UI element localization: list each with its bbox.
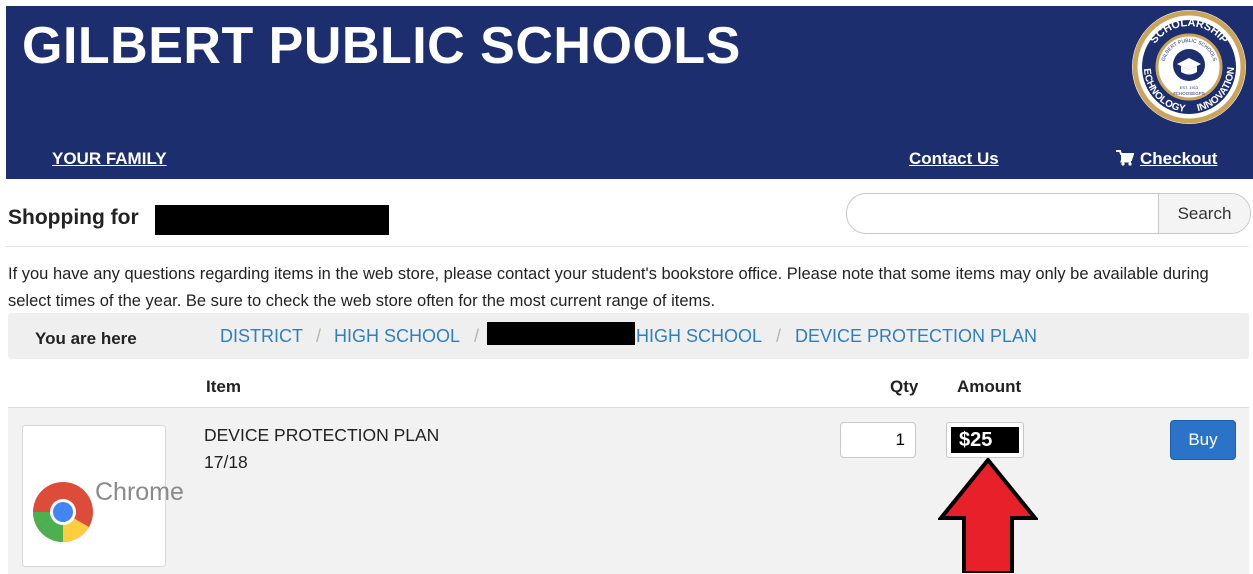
breadcrumb-high-school[interactable]: HIGH SCHOOL xyxy=(334,326,460,347)
breadcrumb-separator: / xyxy=(474,326,480,346)
breadcrumb-label: You are here xyxy=(35,329,137,348)
quantity-input[interactable] xyxy=(840,422,916,458)
item-term: 17/18 xyxy=(204,452,248,472)
red-arrow-up-icon xyxy=(938,458,1038,573)
divider xyxy=(6,246,1249,247)
amount-value: $25 xyxy=(951,427,1019,453)
column-header-item: Item xyxy=(206,377,241,396)
seal-tag-text: #CHOOSEGPS xyxy=(1173,91,1205,96)
amount-field: $25 xyxy=(946,422,1024,458)
search-button[interactable]: Search xyxy=(1158,194,1250,233)
nav-your-family[interactable]: YOUR FAMILY xyxy=(52,149,167,169)
chrome-wordmark: Chrome xyxy=(95,478,184,506)
site-title: GILBERT PUBLIC SCHOOLS xyxy=(22,17,741,75)
search-input[interactable] xyxy=(847,194,1189,233)
school-seal-logo: SCHOLARSHIP TECHNOLOGY INNOVATION GILBER… xyxy=(1130,8,1246,124)
column-header-amount: Amount xyxy=(957,377,1022,396)
breadcrumb: You are here DISTRICT / HIGH SCHOOL / HI… xyxy=(8,313,1249,359)
breadcrumb-separator: / xyxy=(316,326,322,346)
redacted-student-name xyxy=(155,205,389,235)
site-header: GILBERT PUBLIC SCHOOLS SCHOLARSHIP TECHN… xyxy=(6,6,1253,179)
table-row: Chrome DEVICE PROTECTION PLAN 17/18 $25 … xyxy=(8,407,1249,574)
search-bar: Search xyxy=(846,193,1251,234)
nav-checkout[interactable]: Checkout xyxy=(1140,149,1217,169)
breadcrumb-separator: / xyxy=(776,326,782,346)
nav-contact-us[interactable]: Contact Us xyxy=(909,149,999,169)
breadcrumb-school[interactable]: HIGH SCHOOL xyxy=(636,326,762,347)
shopping-for-heading: Shopping for xyxy=(8,206,139,229)
cart-icon xyxy=(1116,150,1134,166)
column-header-qty: Qty xyxy=(890,377,919,396)
breadcrumb-district[interactable]: DISTRICT xyxy=(220,326,303,347)
breadcrumb-device-protection-plan[interactable]: DEVICE PROTECTION PLAN xyxy=(795,326,1037,347)
product-thumbnail: Chrome xyxy=(22,425,184,567)
seal-est-text: EST. 1913 xyxy=(1180,85,1199,90)
item-name[interactable]: DEVICE PROTECTION PLAN xyxy=(204,425,439,446)
store-notice: If you have any questions regarding item… xyxy=(8,265,1209,310)
buy-button[interactable]: Buy xyxy=(1170,420,1236,460)
redacted-school-name xyxy=(487,322,635,345)
chrome-logo-icon xyxy=(32,482,93,542)
